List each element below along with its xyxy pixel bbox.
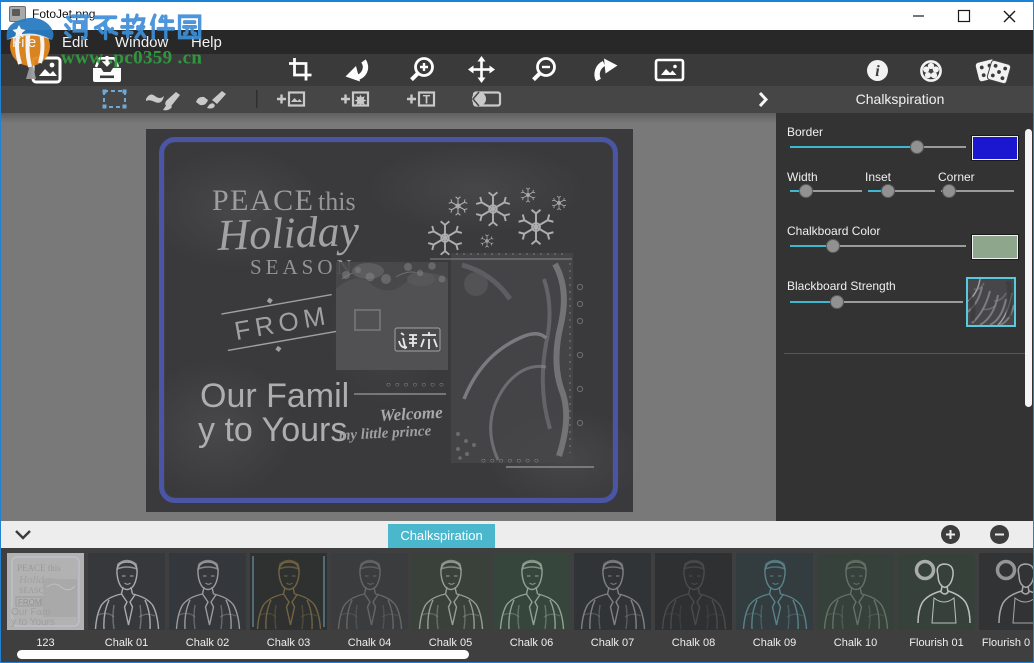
svg-text:i: i xyxy=(875,63,880,80)
svg-text:T: T xyxy=(423,93,431,107)
svg-text:PEACE this: PEACE this xyxy=(17,563,61,573)
svg-text:y to Yours: y to Yours xyxy=(11,617,55,628)
svg-text:FROM: FROM xyxy=(18,598,42,607)
